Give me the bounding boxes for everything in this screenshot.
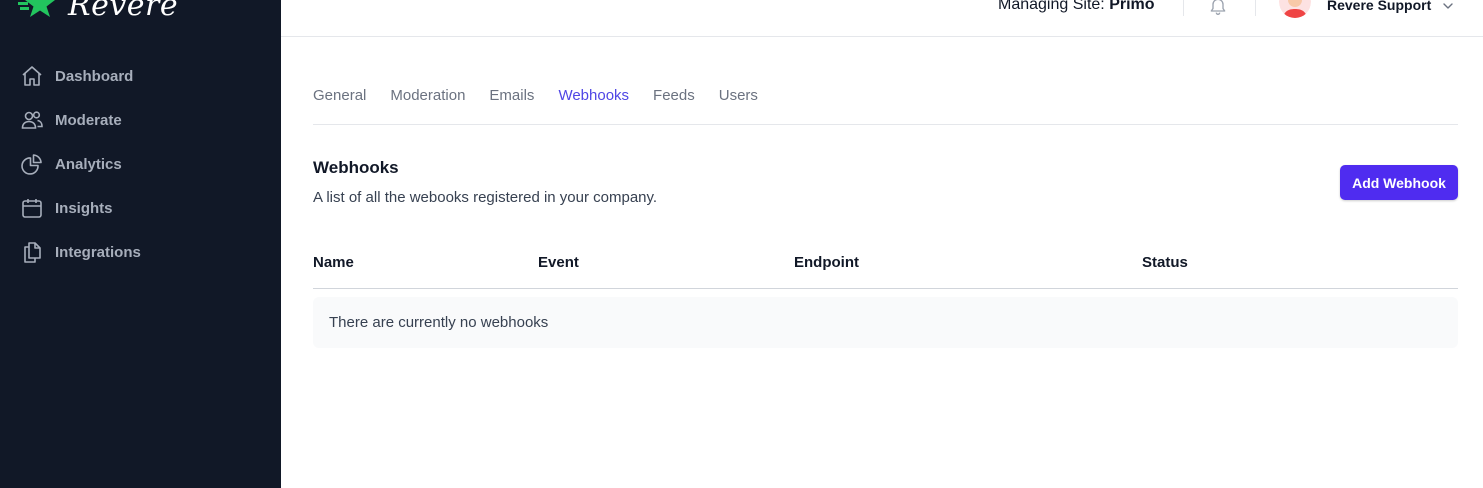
managing-site-value: Primo	[1109, 0, 1155, 13]
sidebar-item-label: Analytics	[55, 155, 122, 173]
users-icon	[20, 108, 44, 132]
sidebar-item-label: Dashboard	[55, 67, 134, 85]
sidebar-item-integrations[interactable]: Integrations	[0, 230, 281, 274]
home-icon	[20, 64, 44, 88]
managing-site-label: Managing Site:	[998, 0, 1105, 13]
webhooks-table-header: Name Event Endpoint Status	[313, 250, 1458, 289]
page-title: Webhooks	[313, 158, 399, 177]
tab-webhooks[interactable]: Webhooks	[558, 78, 629, 114]
managing-site: Managing Site: Primo	[998, 0, 1155, 16]
header-divider	[1183, 0, 1184, 16]
column-header-event: Event	[538, 254, 579, 271]
brand-name: Revere	[68, 0, 179, 23]
app-root: Revere Dashboard Moderate Analytics Insi…	[0, 0, 1483, 488]
pie-chart-icon	[20, 152, 44, 176]
sidebar-item-label: Integrations	[55, 243, 141, 261]
bell-icon[interactable]	[1208, 0, 1228, 16]
sidebar-item-label: Insights	[55, 199, 113, 217]
tab-emails[interactable]: Emails	[489, 78, 534, 114]
column-header-name: Name	[313, 254, 354, 271]
tab-moderation[interactable]: Moderation	[390, 78, 465, 114]
sidebar-item-moderate[interactable]: Moderate	[0, 98, 281, 142]
documents-icon	[20, 240, 44, 264]
tab-general[interactable]: General	[313, 78, 366, 114]
sidebar-item-insights[interactable]: Insights	[0, 186, 281, 230]
brand-logo-icon	[18, 0, 55, 17]
sidebar-nav: Dashboard Moderate Analytics Insights In…	[0, 54, 281, 274]
settings-tabs: General Moderation Emails Webhooks Feeds…	[313, 78, 1458, 125]
tab-users[interactable]: Users	[719, 78, 758, 114]
empty-state-row: There are currently no webhooks	[313, 297, 1458, 348]
sidebar-item-dashboard[interactable]: Dashboard	[0, 54, 281, 98]
sidebar-item-label: Moderate	[55, 111, 122, 129]
top-header: Managing Site: Primo Revere Support	[281, 0, 1483, 37]
chevron-down-icon[interactable]	[1441, 0, 1455, 13]
header-divider	[1255, 0, 1256, 16]
page-description: A list of all the webooks registered in …	[313, 189, 658, 206]
avatar[interactable]	[1279, 0, 1311, 18]
column-header-status: Status	[1142, 254, 1188, 271]
column-header-endpoint: Endpoint	[794, 254, 859, 271]
brand[interactable]: Revere	[18, 0, 178, 24]
tab-feeds[interactable]: Feeds	[653, 78, 695, 114]
sidebar: Revere Dashboard Moderate Analytics Insi…	[0, 0, 281, 488]
sidebar-item-analytics[interactable]: Analytics	[0, 142, 281, 186]
user-name[interactable]: Revere Support	[1327, 0, 1431, 15]
calendar-icon	[20, 196, 44, 220]
add-webhook-button[interactable]: Add Webhook	[1340, 165, 1458, 200]
